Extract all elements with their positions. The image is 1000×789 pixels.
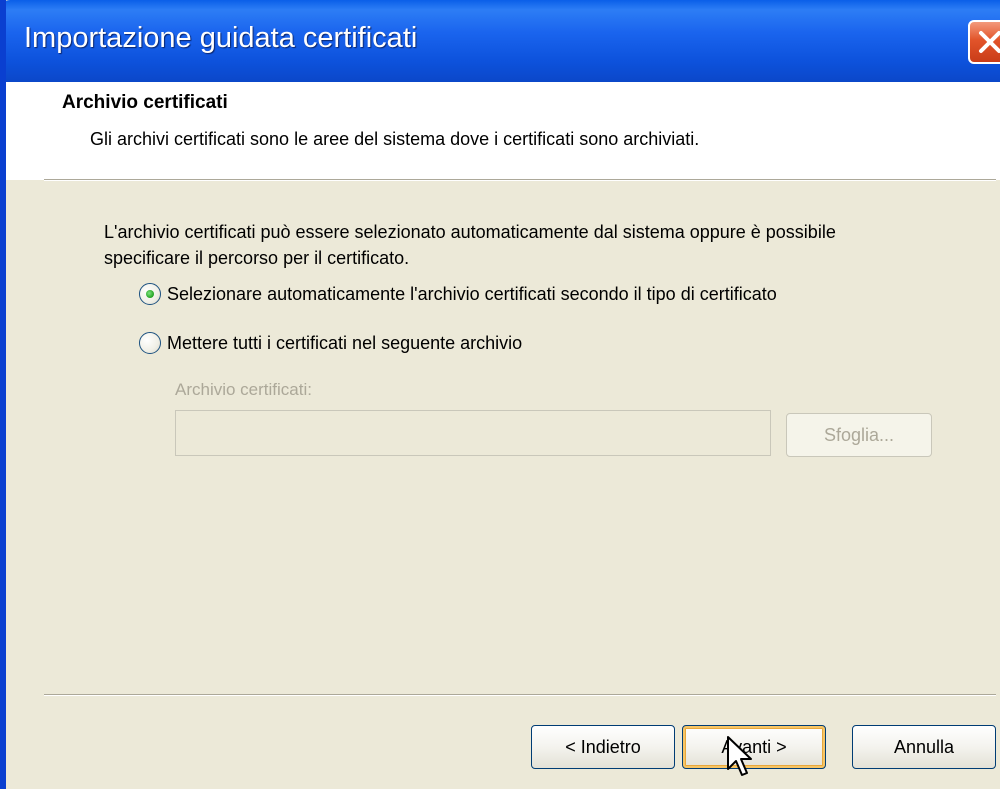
description-text: L'archivio certificati può essere selezi… bbox=[104, 222, 836, 268]
close-button[interactable] bbox=[968, 20, 1000, 64]
radio-option-automatic[interactable]: Selezionare automaticamente l'archivio c… bbox=[139, 283, 777, 305]
header-divider bbox=[44, 179, 996, 181]
radio-button-manual-store[interactable] bbox=[139, 332, 161, 354]
radio-selected-dot bbox=[146, 290, 154, 298]
radio-option-manual-store[interactable]: Mettere tutti i certificati nel seguente… bbox=[139, 332, 522, 354]
next-button[interactable]: Avanti > bbox=[682, 725, 826, 769]
mouse-pointer-icon bbox=[727, 736, 752, 776]
certificate-store-field[interactable] bbox=[175, 410, 771, 456]
cancel-button[interactable]: Annulla bbox=[852, 725, 996, 769]
back-button[interactable]: < Indietro bbox=[531, 725, 675, 769]
certificate-import-wizard-window: Importazione guidata certificati Archivi… bbox=[0, 0, 1000, 789]
radio-label-automatic[interactable]: Selezionare automaticamente l'archivio c… bbox=[167, 284, 777, 305]
browse-button[interactable]: Sfoglia... bbox=[786, 413, 932, 457]
footer-divider bbox=[44, 694, 996, 696]
page-title: Archivio certificati bbox=[62, 92, 228, 113]
radio-button-automatic[interactable] bbox=[139, 283, 161, 305]
page-subtitle: Gli archivi certificati sono le aree del… bbox=[90, 129, 700, 149]
title-bar[interactable]: Importazione guidata certificati bbox=[6, 0, 1000, 82]
window-title: Importazione guidata certificati bbox=[24, 22, 418, 54]
wizard-header: Archivio certificati Gli archivi certifi… bbox=[6, 82, 1000, 180]
radio-label-manual-store[interactable]: Mettere tutti i certificati nel seguente… bbox=[167, 333, 522, 354]
store-field-label: Archivio certificati: bbox=[175, 380, 312, 399]
close-icon bbox=[979, 31, 1000, 53]
